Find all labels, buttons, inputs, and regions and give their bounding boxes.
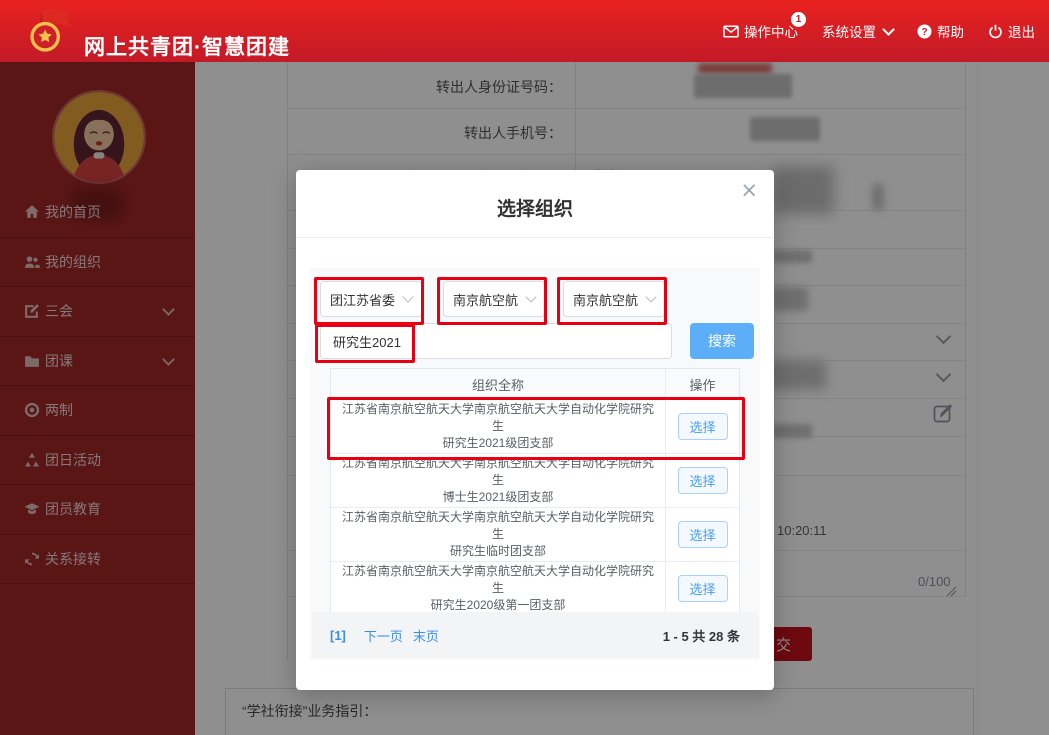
org-name-cell: 江苏省南京航空航天大学南京航空航天大学自动化学院研究生 研究生临时团支部 <box>331 508 666 561</box>
org-name-line: 江苏省南京航空航天大学南京航空航天大学自动化学院研究生 <box>341 456 654 487</box>
table-row: 江苏省南京航空航天大学南京航空航天大学自动化学院研究生 博士生2021级团支部 … <box>331 454 739 508</box>
help-icon: ? <box>917 24 932 38</box>
notification-badge: 1 <box>791 12 806 27</box>
mail-icon <box>723 24 739 38</box>
action-cell: 选择 <box>666 508 739 561</box>
select-org-modal: × 选择组织 团江苏省委 南京航空航 南京航空航 研究生2021 搜索 组织全称… <box>296 170 774 690</box>
org-name-cell: 江苏省南京航空航天大学南京航空航天大学自动化学院研究生 博士生2021级团支部 <box>331 454 666 507</box>
chevron-down-icon <box>402 291 414 303</box>
nav-logout[interactable]: 退出 <box>988 21 1035 41</box>
org-table: 组织全称 操作 江苏省南京航空航天大学南京航空航天大学自动化学院研究生 研究生2… <box>330 368 740 616</box>
column-header-action: 操作 <box>689 377 716 393</box>
header-nav: 操作中心 1 系统设置 ? 帮助 退出 <box>723 0 1035 62</box>
org-level2-select[interactable]: 南京航空航 <box>443 281 545 317</box>
nav-label: 系统设置 <box>822 25 876 40</box>
select-org-button[interactable]: 选择 <box>677 413 728 440</box>
action-cell: 选择 <box>666 562 739 615</box>
table-row: 江苏省南京航空航天大学南京航空航天大学自动化学院研究生 研究生2020级第一团支… <box>331 562 739 615</box>
league-emblem-logo <box>30 8 72 52</box>
action-cell: 选择 <box>666 400 739 453</box>
app-header: 网上共青团·智慧团建 操作中心 1 系统设置 ? 帮助 退出 <box>0 0 1049 62</box>
app: 转出人身份证号码： 转出人手机号： * 常用联系人的联系方式： 请输入 10:2… <box>0 0 1049 735</box>
org-name-line: 江苏省南京航空航天大学南京航空航天大学自动化学院研究生 <box>341 564 654 595</box>
org-name-line: 江苏省南京航空航天大学南京航空航天大学自动化学院研究生 <box>341 510 654 541</box>
nav-system-settings[interactable]: 系统设置 <box>822 21 895 41</box>
table-row: 江苏省南京航空航天大学南京航空航天大学自动化学院研究生 研究生2021级团支部 … <box>331 400 739 454</box>
power-icon <box>989 24 1002 38</box>
pagination-next-link[interactable]: 下一页 <box>364 626 403 645</box>
column-header-org-name: 组织全称 <box>331 369 666 399</box>
select-org-button[interactable]: 选择 <box>677 575 728 602</box>
org-name-cell: 江苏省南京航空航天大学南京航空航天大学自动化学院研究生 研究生2021级团支部 <box>331 400 666 453</box>
org-level1-select[interactable]: 团江苏省委 <box>320 281 422 317</box>
chevron-down-icon <box>645 291 657 303</box>
search-button[interactable]: 搜索 <box>690 323 754 359</box>
org-name-line: 博士生2021级团支部 <box>442 490 554 504</box>
modal-title: 选择组织 <box>496 199 573 220</box>
select-value: 南京航空航 <box>573 292 639 308</box>
pagination-current-page[interactable]: [1] <box>330 628 346 643</box>
org-name-line: 研究生2021级团支部 <box>442 436 554 450</box>
search-input-value: 研究生2021 <box>333 334 401 350</box>
svg-text:?: ? <box>921 27 927 38</box>
nav-label: 操作中心 <box>744 25 798 40</box>
nav-label: 退出 <box>1008 25 1035 40</box>
nav-operation-center[interactable]: 操作中心 1 <box>723 12 806 41</box>
app-title: 网上共青团·智慧团建 <box>84 36 290 60</box>
org-search-input[interactable]: 研究生2021 <box>320 323 672 359</box>
org-name-line: 研究生临时团支部 <box>449 544 546 558</box>
divider <box>296 237 774 238</box>
nav-help[interactable]: ? 帮助 <box>917 21 964 41</box>
org-name-cell: 江苏省南京航空航天大学南京航空航天大学自动化学院研究生 研究生2020级第一团支… <box>331 562 666 615</box>
select-org-button[interactable]: 选择 <box>677 467 728 494</box>
select-value: 南京航空航 <box>453 292 519 308</box>
action-cell: 选择 <box>666 454 739 507</box>
org-level3-select[interactable]: 南京航空航 <box>563 281 665 317</box>
chevron-down-icon <box>882 22 895 36</box>
table-header-row: 组织全称 操作 <box>331 369 739 400</box>
table-row: 江苏省南京航空航天大学南京航空航天大学自动化学院研究生 研究生临时团支部 选择 <box>331 508 739 562</box>
select-org-button[interactable]: 选择 <box>677 521 728 548</box>
org-name-line: 江苏省南京航空航天大学南京航空航天大学自动化学院研究生 <box>341 402 654 433</box>
nav-label: 帮助 <box>937 25 964 40</box>
pagination-last-link[interactable]: 末页 <box>413 626 439 645</box>
chevron-down-icon <box>525 291 537 303</box>
pagination: [1] 下一页 末页 1 - 5 共 28 条 <box>312 612 758 658</box>
pagination-summary: 1 - 5 共 28 条 <box>662 628 740 644</box>
modal-body: 团江苏省委 南京航空航 南京航空航 研究生2021 搜索 组织全称 操作 江苏省… <box>310 268 760 660</box>
select-value: 团江苏省委 <box>330 292 396 308</box>
